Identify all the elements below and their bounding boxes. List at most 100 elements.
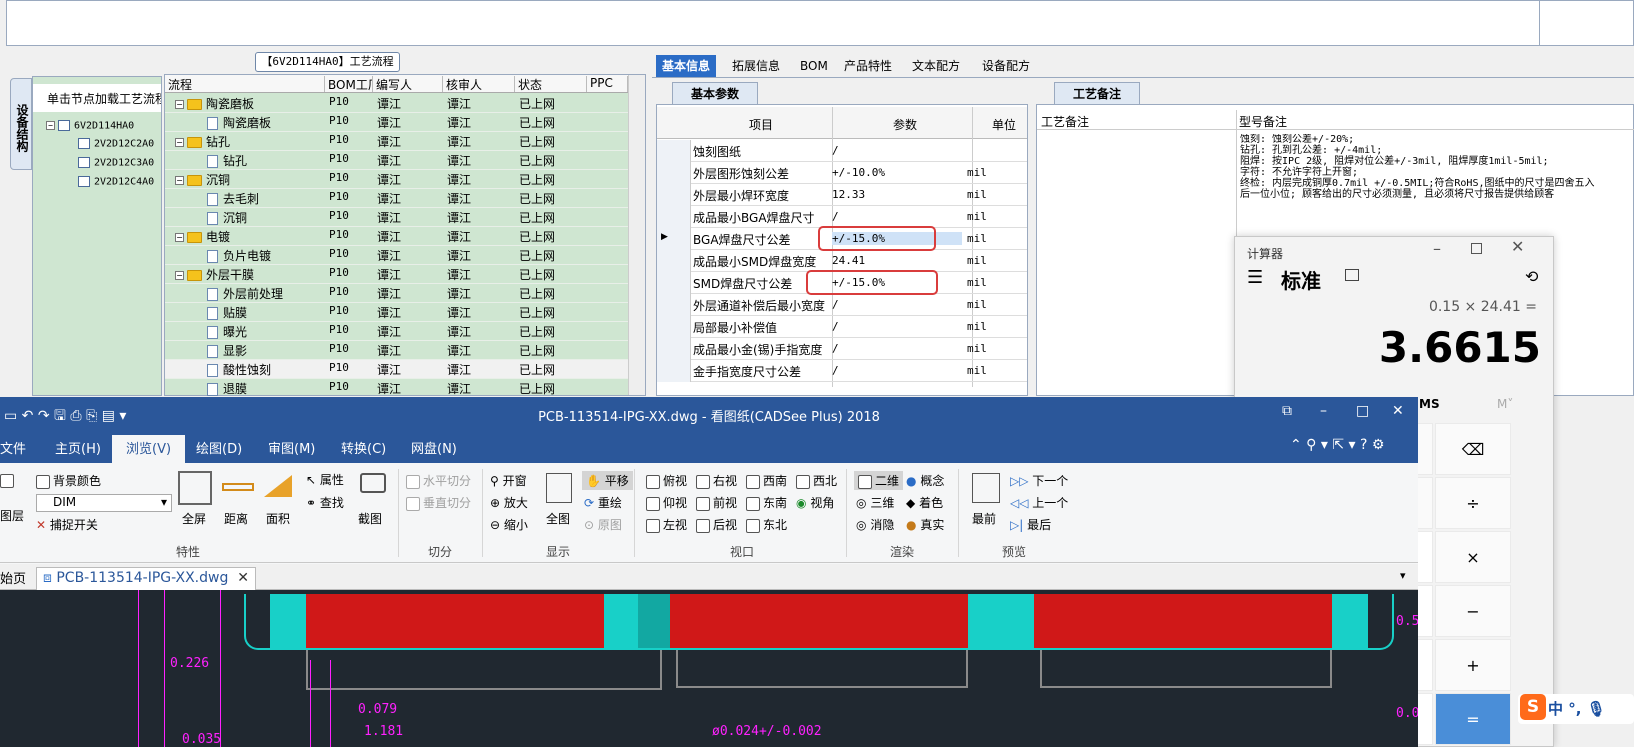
- col-bom-factory[interactable]: BOM工厂: [325, 76, 373, 92]
- col-param[interactable]: 参数: [893, 116, 917, 133]
- flow-row[interactable]: 退膜 P10 谭江 谭江 已上网: [165, 379, 628, 398]
- concept-button[interactable]: ● 概念: [906, 472, 944, 489]
- fullscreen-label[interactable]: 全屏: [182, 510, 206, 527]
- menu-convert[interactable]: 转换(C): [341, 438, 386, 457]
- tab-craft-notes[interactable]: 工艺备注: [1054, 82, 1140, 104]
- param-row[interactable]: 成品最小SMD焊盘宽度 24.41 mil: [657, 250, 1027, 272]
- front-view-button[interactable]: 前视: [696, 494, 737, 511]
- fullscreen-icon[interactable]: [178, 471, 212, 505]
- row-indicator[interactable]: [657, 162, 691, 184]
- dim-select[interactable]: DIM ▾: [36, 494, 172, 512]
- 3d-button[interactable]: ◎ 三维: [856, 494, 894, 511]
- minus-button[interactable]: −: [1435, 585, 1511, 637]
- distance-label[interactable]: 距离: [224, 510, 248, 527]
- redraw-button[interactable]: ⟳ 重绘: [584, 494, 622, 511]
- menu-home[interactable]: 主页(H): [55, 438, 101, 457]
- plus-button[interactable]: +: [1435, 639, 1511, 691]
- back-view-button[interactable]: 后视: [696, 516, 737, 533]
- maximize-icon[interactable]: □: [1356, 403, 1369, 419]
- last-button[interactable]: ▷| 最后: [1010, 516, 1051, 533]
- properties-button[interactable]: ↖ 属性: [306, 471, 344, 488]
- window-zoom-button[interactable]: ⚲ 开窗: [490, 472, 527, 489]
- col-unit[interactable]: 单位: [992, 116, 1016, 133]
- menu-file[interactable]: 文件: [0, 438, 26, 457]
- collapse-icon[interactable]: −: [46, 121, 55, 130]
- row-indicator[interactable]: [657, 272, 691, 294]
- distance-icon[interactable]: [222, 483, 254, 491]
- collapse-icon[interactable]: −: [175, 271, 184, 280]
- param-value[interactable]: /: [832, 364, 962, 377]
- menu-draw[interactable]: 绘图(D): [196, 438, 242, 457]
- row-indicator[interactable]: ▶: [657, 228, 691, 250]
- keep-on-top-icon[interactable]: [1345, 269, 1359, 281]
- memory-list-button[interactable]: M˅: [1497, 397, 1513, 411]
- next-button[interactable]: ▷▷ 下一个: [1010, 472, 1068, 489]
- divide-button[interactable]: ÷: [1435, 477, 1511, 529]
- row-indicator[interactable]: [657, 338, 691, 360]
- top-view-button[interactable]: 俯视: [646, 472, 687, 489]
- area-icon[interactable]: [264, 475, 292, 497]
- tree-child[interactable]: 2V2D12C3A0: [78, 157, 154, 169]
- screenshot-icon[interactable]: [360, 473, 386, 493]
- drawing-canvas[interactable]: 0.226 0.079 1.181 0.035 ø0.024+/-0.002 0…: [0, 590, 1418, 747]
- flow-row[interactable]: 贴膜 P10 谭江 谭江 已上网: [165, 303, 628, 322]
- memory-store-button[interactable]: MS: [1419, 397, 1440, 411]
- se-view-button[interactable]: 东南: [746, 494, 787, 511]
- flow-row[interactable]: − 陶瓷磨板 P10 谭江 谭江 已上网: [165, 94, 628, 113]
- flow-row[interactable]: 去毛刺 P10 谭江 谭江 已上网: [165, 189, 628, 208]
- close-icon[interactable]: ✕: [1511, 237, 1524, 256]
- col-reviewer[interactable]: 核审人: [443, 76, 515, 92]
- row-indicator[interactable]: [657, 184, 691, 206]
- tree-child[interactable]: 2V2D12C4A0: [78, 176, 154, 188]
- 2d-button[interactable]: 二维: [854, 471, 904, 490]
- flow-row[interactable]: 外层前处理 P10 谭江 谭江 已上网: [165, 284, 628, 303]
- param-value[interactable]: /: [832, 342, 962, 355]
- tab-drawing[interactable]: ⧈ PCB-113514-IPG-XX.dwg ✕: [36, 567, 256, 590]
- param-row[interactable]: 外层最小焊环宽度 12.33 mil: [657, 184, 1027, 206]
- layer-button[interactable]: [0, 473, 17, 488]
- multiply-button[interactable]: ×: [1435, 531, 1511, 583]
- menu-cloud[interactable]: 网盘(N): [411, 438, 457, 457]
- collapse-icon[interactable]: −: [175, 176, 184, 185]
- tab-home[interactable]: 始页: [0, 568, 26, 587]
- tree-root[interactable]: −6V2D114HA0: [46, 120, 134, 132]
- left-view-button[interactable]: 左视: [646, 516, 687, 533]
- right-view-button[interactable]: 右视: [696, 472, 737, 489]
- flow-row[interactable]: − 外层干膜 P10 谭江 谭江 已上网: [165, 265, 628, 284]
- collapse-icon[interactable]: −: [175, 233, 184, 242]
- param-value[interactable]: /: [832, 144, 962, 157]
- ime-logo-icon[interactable]: S: [1520, 694, 1546, 720]
- tab-list-icon[interactable]: ▾: [1400, 569, 1406, 582]
- shaded-button[interactable]: ◆ 着色: [906, 494, 943, 511]
- zoom-in-button[interactable]: ⊕ 放大: [490, 494, 528, 511]
- minimize-icon[interactable]: –: [1320, 403, 1327, 419]
- flow-row[interactable]: 陶瓷磨板 P10 谭江 谭江 已上网: [165, 113, 628, 132]
- bottom-view-button[interactable]: 仰视: [646, 494, 687, 511]
- history-icon[interactable]: ⟲: [1525, 267, 1538, 286]
- bg-color-button[interactable]: 背景颜色: [36, 472, 101, 489]
- nw-view-button[interactable]: 西北: [796, 472, 837, 489]
- collapse-icon[interactable]: −: [175, 138, 184, 147]
- full-view-label[interactable]: 全图: [546, 510, 570, 527]
- close-tab-icon[interactable]: ✕: [237, 570, 249, 586]
- param-value[interactable]: 12.33: [832, 188, 962, 201]
- collapse-icon[interactable]: −: [175, 100, 184, 109]
- hidden-line-button[interactable]: ◎ 消隐: [856, 516, 894, 533]
- flow-row[interactable]: 钻孔 P10 谭江 谭江 已上网: [165, 151, 628, 170]
- row-indicator[interactable]: [657, 140, 691, 162]
- sw-view-button[interactable]: 西南: [746, 472, 787, 489]
- col-flow[interactable]: 流程: [165, 76, 325, 92]
- original-view-button[interactable]: ⊙ 原图: [584, 516, 622, 533]
- find-button[interactable]: ⚭ 查找: [306, 494, 344, 511]
- row-indicator[interactable]: [657, 294, 691, 316]
- param-value[interactable]: +/-10.0%: [832, 166, 962, 179]
- maximize-icon[interactable]: [1471, 243, 1482, 254]
- ribbon-tools-icons[interactable]: ⌃ ⚲ ▾ ⇱ ▾ ? ⚙: [1290, 437, 1384, 453]
- col-status[interactable]: 状态: [515, 76, 587, 92]
- first-label[interactable]: 最前: [972, 510, 996, 527]
- tab-extended-info[interactable]: 拓展信息: [726, 55, 786, 77]
- row-indicator[interactable]: [657, 206, 691, 228]
- tab-device-recipe[interactable]: 设备配方: [976, 55, 1036, 77]
- param-value[interactable]: /: [832, 298, 962, 311]
- param-row[interactable]: 蚀刻图纸 /: [657, 140, 1027, 162]
